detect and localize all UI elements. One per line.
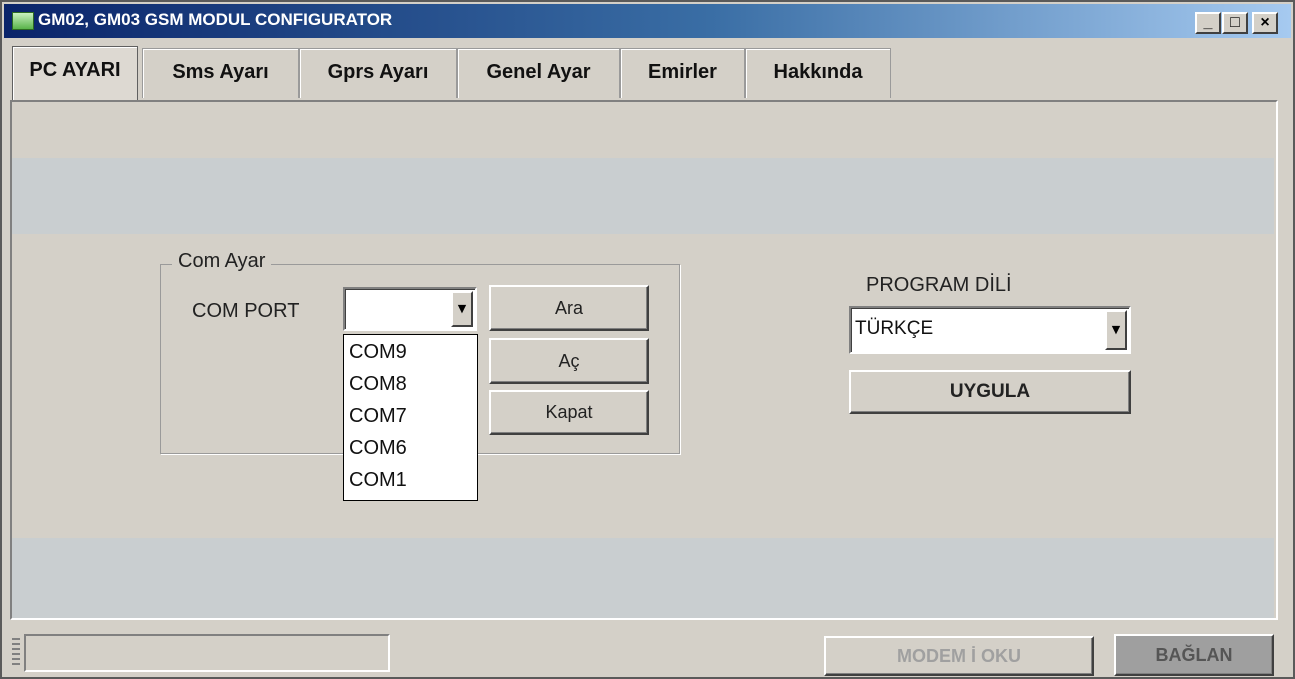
open-port-button[interactable]: Aç	[489, 338, 649, 384]
app-window: GM02, GM03 GSM MODUL CONFIGURATOR _ □ × …	[0, 0, 1295, 679]
read-modem-button[interactable]: MODEM İ OKU	[824, 636, 1094, 676]
com-port-option[interactable]: COM1	[349, 469, 407, 492]
minimize-button[interactable]: _	[1195, 12, 1221, 34]
com-port-option[interactable]: COM6	[349, 437, 407, 460]
grip-icon[interactable]	[12, 638, 20, 666]
com-port-option[interactable]: COM9	[349, 341, 407, 364]
status-field	[24, 634, 390, 672]
language-select[interactable]: TÜRKÇE ▼	[849, 306, 1131, 354]
chevron-down-icon[interactable]: ▼	[451, 291, 473, 327]
search-ports-button[interactable]: Ara	[489, 285, 649, 331]
status-bar	[4, 628, 1291, 676]
panel-band-top	[12, 158, 1274, 234]
tab-emirler[interactable]: Emirler	[620, 48, 745, 98]
close-button[interactable]: ×	[1252, 12, 1278, 34]
language-value: TÜRKÇE	[855, 318, 934, 339]
tab-hakkinda[interactable]: Hakkında	[745, 48, 891, 98]
connect-button[interactable]: BAĞLAN	[1114, 634, 1274, 676]
maximize-button[interactable]: □	[1222, 12, 1248, 34]
tab-gprs-ayari[interactable]: Gprs Ayarı	[299, 48, 457, 98]
panel-band-bottom	[12, 538, 1274, 618]
tab-genel-ayar[interactable]: Genel Ayar	[457, 48, 620, 98]
tab-sms-ayari[interactable]: Sms Ayarı	[142, 48, 299, 98]
title-bar[interactable]: GM02, GM03 GSM MODUL CONFIGURATOR _ □ ×	[4, 4, 1291, 38]
com-port-label: COM PORT	[192, 300, 300, 322]
tab-pc-ayari[interactable]: PC AYARI	[12, 46, 138, 100]
close-port-button[interactable]: Kapat	[489, 390, 649, 435]
apply-language-button[interactable]: UYGULA	[849, 370, 1131, 414]
com-settings-title: Com Ayar	[172, 250, 272, 273]
window-title: GM02, GM03 GSM MODUL CONFIGURATOR	[38, 10, 393, 29]
com-port-option[interactable]: COM7	[349, 405, 407, 428]
program-language-label: PROGRAM DİLİ	[866, 274, 1012, 296]
com-port-dropdown-list: COM9 COM8 COM7 COM6 COM1	[343, 334, 478, 501]
com-port-option[interactable]: COM8	[349, 373, 407, 396]
com-port-select[interactable]: ▼	[343, 287, 477, 331]
app-icon	[12, 12, 34, 30]
chevron-down-icon[interactable]: ▼	[1105, 310, 1127, 350]
